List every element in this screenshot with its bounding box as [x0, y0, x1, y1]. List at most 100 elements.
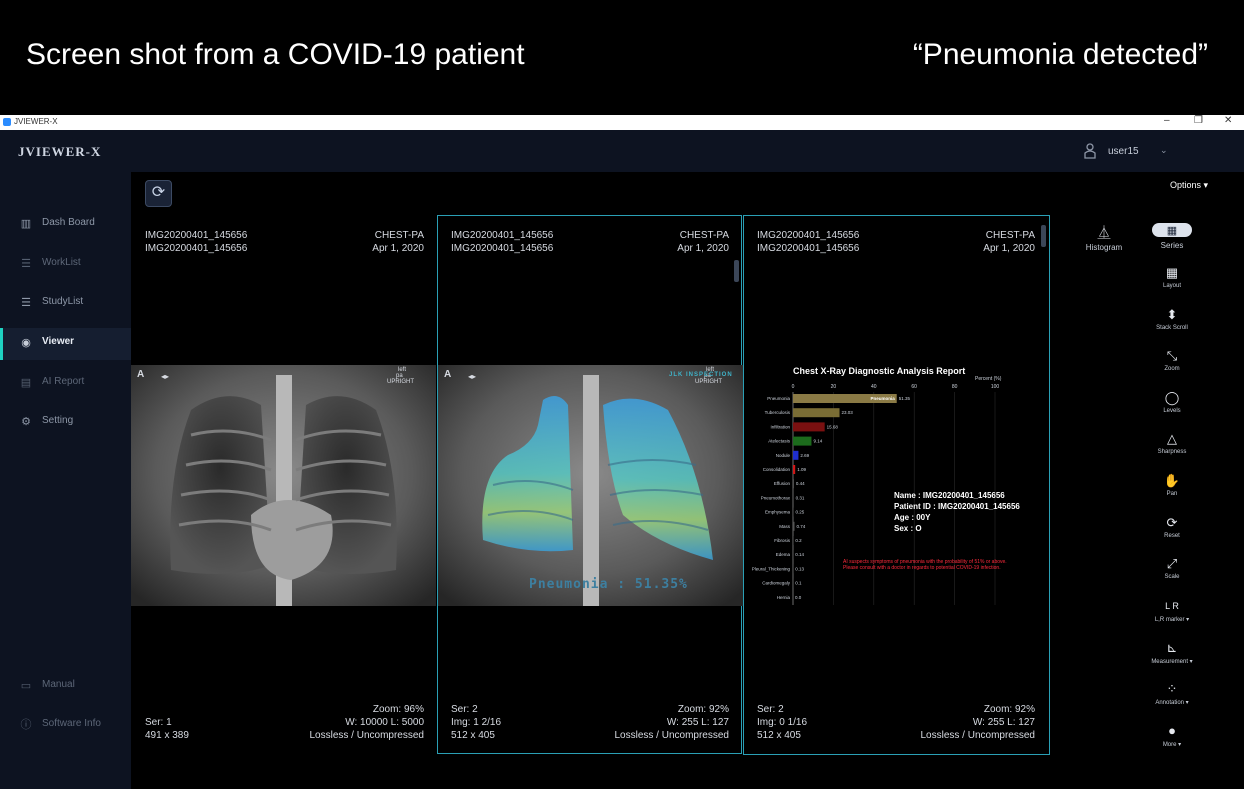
tick-label: 100: [991, 384, 1000, 390]
histogram-icon: ⏅: [1097, 225, 1111, 240]
sidebar-item-worklist[interactable]: ☰ WorkList: [0, 249, 131, 281]
tick-label: 40: [871, 384, 877, 390]
tool-stack-scroll[interactable]: ⬍ Stack Scroll: [1142, 307, 1202, 331]
tool-levels[interactable]: ◯ Levels: [1142, 390, 1202, 414]
value-label: 15.68: [827, 424, 839, 429]
more-icon: ●: [1168, 723, 1176, 738]
tool-reset[interactable]: ⟳ Reset: [1142, 515, 1202, 539]
hand-icon: ✋: [1163, 473, 1181, 488]
sidebar-item-dashboard[interactable]: ▥ Dash Board: [0, 209, 131, 241]
tool-label: Series: [1160, 241, 1184, 250]
viewport-2[interactable]: IMG20200401_145656 IMG20200401_145656 CH…: [437, 215, 743, 754]
modality: CHEST-PA: [985, 230, 1035, 241]
restore-button[interactable]: ❐: [1194, 115, 1203, 126]
zoom-icon: ⤡: [1166, 348, 1178, 363]
ai-warning: AI suspects symptoms of pneumonia with t…: [843, 559, 1007, 571]
refresh-button[interactable]: ⟳: [145, 180, 172, 207]
category-label: Infiltration: [770, 424, 790, 429]
window-title: JVIEWER-X: [14, 117, 58, 126]
tool-annotation[interactable]: ⁘ Annotation ▾: [1142, 681, 1202, 706]
marker-upright: UPRIGHT: [387, 379, 414, 385]
compression: Lossless / Uncompressed: [309, 730, 425, 741]
sidebar-item-label: Software Info: [42, 718, 101, 729]
image-size: 491 x 389: [145, 730, 189, 741]
value-label: 0.74: [796, 524, 805, 529]
category-label: Atelectasis: [768, 439, 791, 444]
app-header: [0, 130, 1244, 172]
tick-label: 60: [911, 384, 917, 390]
patient-id: IMG20200401_145656: [145, 243, 248, 254]
marker-upright: UPRIGHT: [695, 379, 722, 385]
image-number: Img: 1 2/16: [451, 717, 502, 728]
stack-scrollbar[interactable]: [734, 260, 739, 282]
minimize-button[interactable]: –: [1164, 115, 1170, 126]
tool-series[interactable]: ▦ Series: [1142, 223, 1202, 250]
tool-hand[interactable]: ✋ Pan: [1142, 473, 1202, 497]
category-label: Pleural_Thickening: [752, 566, 791, 571]
bar: [793, 436, 812, 446]
user-menu-chevron-icon[interactable]: ⌄: [1160, 145, 1168, 156]
sidebar-item-manual[interactable]: ▭ Manual: [0, 671, 131, 703]
series-number: Ser: 1: [145, 717, 172, 728]
image-size: 512 x 405: [757, 730, 801, 741]
image-size: 512 x 405: [451, 730, 495, 741]
study-date: Apr 1, 2020: [677, 243, 729, 254]
flip-icon: ◂▸: [161, 372, 170, 381]
tool-label: Histogram: [1085, 243, 1123, 252]
sidebar-item-label: Manual: [42, 679, 75, 690]
annotation-icon: ⁘: [1166, 681, 1178, 696]
value-label: 0.31: [796, 495, 805, 500]
tool-label: Scale: [1164, 574, 1180, 580]
refresh-icon: ⟳: [151, 184, 166, 201]
category-label: Nodule: [776, 453, 791, 458]
bar: [793, 408, 840, 418]
patient-sex: Sex : O: [894, 524, 922, 533]
sidebar-item-studylist[interactable]: ☰ StudyList: [0, 288, 131, 320]
scale-icon: ⤢: [1166, 556, 1178, 571]
study-date: Apr 1, 2020: [372, 243, 424, 254]
patient-id-line: Patient ID : IMG20200401_145656: [894, 502, 1020, 511]
category-label: Pneumonia: [767, 396, 790, 401]
sidebar-item-software-info[interactable]: ⓘ Software Info: [0, 710, 131, 742]
histogram-tool[interactable]: ⏅ Histogram: [1074, 225, 1134, 252]
sidebar-item-label: WorkList: [42, 257, 81, 268]
patient-id: IMG20200401_145656: [757, 243, 860, 254]
bar: [793, 521, 795, 531]
patient-name: Name : IMG20200401_145656: [894, 491, 1005, 500]
options-menu[interactable]: Options ▾: [1170, 180, 1208, 191]
series-icon: ▦: [1166, 225, 1178, 237]
user-icon[interactable]: [1083, 143, 1099, 159]
zoom-level: Zoom: 92%: [983, 704, 1035, 715]
sidebar-item-ai-report[interactable]: ▤ AI Report: [0, 368, 131, 400]
close-button[interactable]: ✕: [1224, 115, 1232, 126]
orientation-marker: A: [444, 369, 452, 380]
stack-scrollbar[interactable]: [1041, 225, 1046, 247]
study-id: IMG20200401_145656: [451, 230, 554, 241]
tool-zoom[interactable]: ⤡ Zoom: [1142, 348, 1202, 372]
tick-label: 20: [831, 384, 837, 390]
chart-icon: ▥: [20, 218, 32, 230]
bar: [793, 507, 794, 517]
value-label: 2.69: [800, 453, 809, 458]
tool-label: Layout: [1162, 283, 1181, 289]
tool-grid[interactable]: ▦ Layout: [1142, 265, 1202, 289]
value-label: 1.09: [797, 467, 806, 472]
tool-scale[interactable]: ⤢ Scale: [1142, 556, 1202, 580]
sidebar-item-label: Viewer: [42, 336, 75, 347]
tool-lr-marker[interactable]: L R L,R marker ▾: [1142, 598, 1202, 623]
window-title-bar: JVIEWER-X – ❐ ✕: [0, 115, 1244, 130]
report-icon: ▤: [20, 377, 32, 389]
xray-heatmap-image[interactable]: A ◂▸ left pa UPRIGHT JLK INSPECTION Pneu…: [438, 365, 743, 606]
tool-more[interactable]: ● More ▾: [1142, 723, 1202, 748]
viewport-1[interactable]: IMG20200401_145656 IMG20200401_145656 CH…: [131, 215, 436, 755]
active-indicator: [0, 328, 3, 360]
orientation-marker: A: [137, 369, 145, 380]
xray-image[interactable]: A ◂▸ left pa UPRIGHT: [131, 365, 436, 606]
tool-sharpness[interactable]: △ Sharpness: [1142, 431, 1202, 455]
user-name[interactable]: user15: [1108, 146, 1139, 157]
image-number: Img: 0 1/16: [757, 717, 808, 728]
sidebar-item-viewer[interactable]: ◉ Viewer: [0, 328, 131, 360]
tool-ruler[interactable]: ⊾ Measurement ▾: [1142, 640, 1202, 665]
sidebar-item-setting[interactable]: ⚙ Setting: [0, 407, 131, 439]
value-label: 51.35: [899, 396, 911, 401]
